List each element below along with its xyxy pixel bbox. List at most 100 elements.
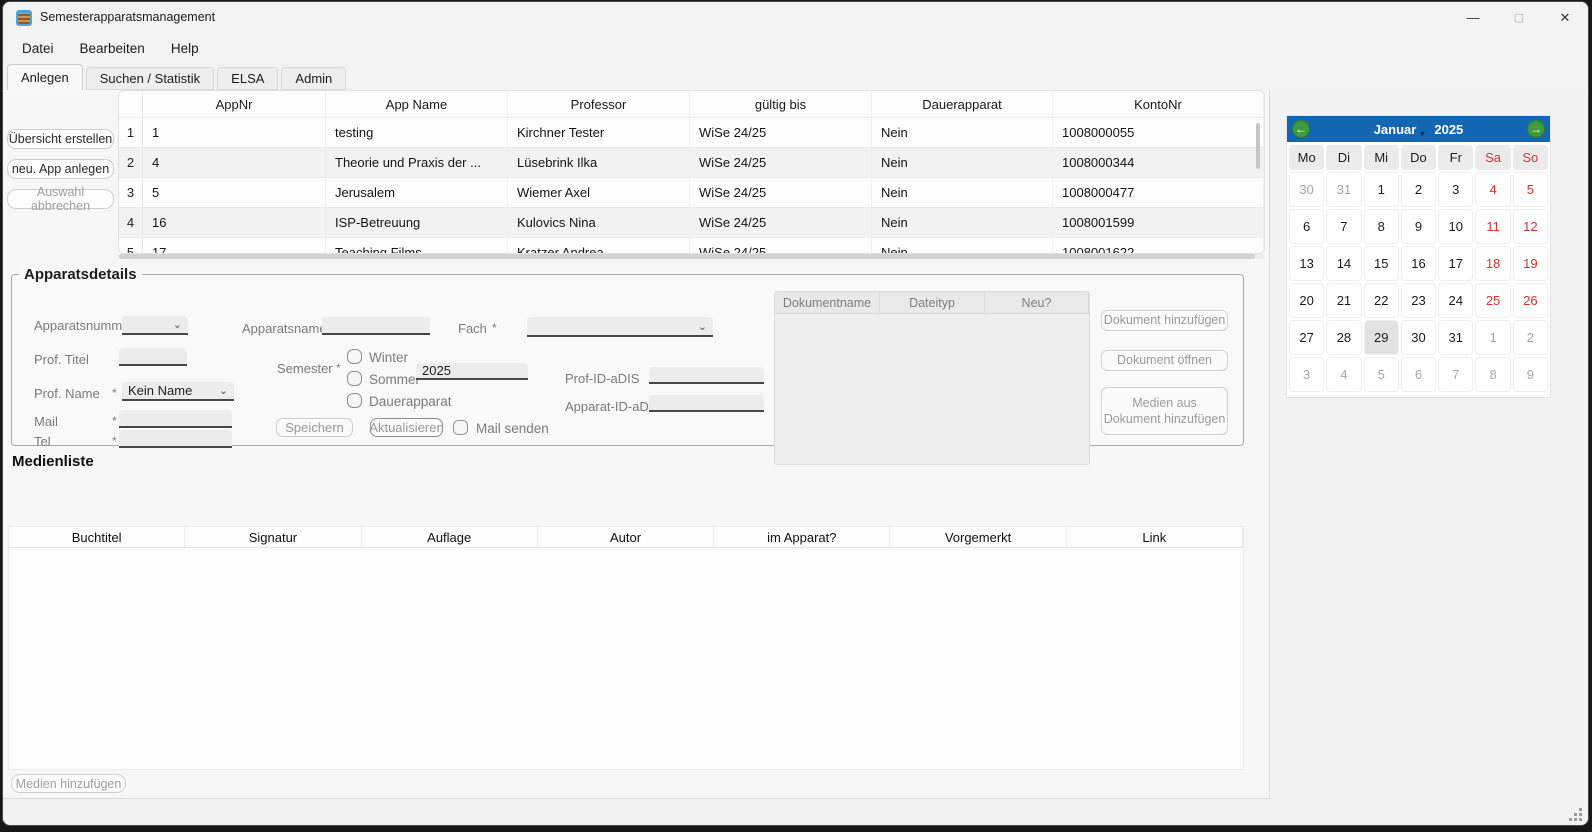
calendar-day[interactable]: 5 xyxy=(1364,357,1399,392)
column-header[interactable]: gültig bis xyxy=(690,91,872,117)
calendar-day[interactable]: 23 xyxy=(1401,283,1436,318)
calendar-day[interactable]: 30 xyxy=(1401,320,1436,355)
close-icon[interactable]: ✕ xyxy=(1542,2,1588,33)
menu-datei[interactable]: Datei xyxy=(12,37,64,60)
neue-app-anlegen-button[interactable]: neu. App anlegen xyxy=(7,159,114,179)
dokument-hinzufuegen-button[interactable]: Dokument hinzufügen xyxy=(1101,310,1228,331)
calendar-day[interactable]: 27 xyxy=(1289,320,1324,355)
tab-anlegen[interactable]: Anlegen xyxy=(7,64,83,90)
aktualisieren-button[interactable]: Aktualisieren xyxy=(370,418,443,437)
column-header[interactable]: Buchtitel xyxy=(9,527,185,547)
calendar-day[interactable]: 25 xyxy=(1475,283,1510,318)
horizontal-scrollbar[interactable] xyxy=(118,254,1265,259)
calendar-day[interactable]: 16 xyxy=(1401,246,1436,281)
tel-field[interactable] xyxy=(119,430,232,448)
prof-name-select[interactable]: Kein Name⌄ xyxy=(122,382,234,401)
calendar-day[interactable]: 26 xyxy=(1513,283,1548,318)
calendar-day[interactable]: 7 xyxy=(1326,209,1361,244)
calendar-day[interactable]: 10 xyxy=(1438,209,1473,244)
resize-grip[interactable] xyxy=(1570,808,1582,820)
calendar-day[interactable]: 22 xyxy=(1364,283,1399,318)
calendar-day[interactable]: 8 xyxy=(1475,357,1510,392)
calendar-day[interactable]: 17 xyxy=(1438,246,1473,281)
speichern-button[interactable]: Speichern xyxy=(276,418,353,437)
calendar-day[interactable]: 6 xyxy=(1289,209,1324,244)
calendar-day[interactable]: 31 xyxy=(1438,320,1473,355)
calendar-day[interactable]: 7 xyxy=(1438,357,1473,392)
calendar-day[interactable]: 30 xyxy=(1289,172,1324,207)
calendar-title[interactable]: Januar ▾ 2025 xyxy=(1374,122,1464,137)
calendar-day[interactable]: 9 xyxy=(1513,357,1548,392)
column-header[interactable]: Professor xyxy=(508,91,690,117)
column-header[interactable]: Dauerapparat xyxy=(872,91,1053,117)
column-header[interactable]: Auflage xyxy=(362,527,538,547)
calendar-day[interactable]: 3 xyxy=(1438,172,1473,207)
calendar-day[interactable]: 19 xyxy=(1513,246,1548,281)
dauerapparat-radio[interactable] xyxy=(347,393,362,408)
calendar-day[interactable]: 4 xyxy=(1326,357,1361,392)
apparatsnummer-select[interactable]: ⌄ xyxy=(122,316,188,335)
menu-help[interactable]: Help xyxy=(161,37,209,60)
column-header[interactable]: Dateityp xyxy=(880,292,985,313)
column-header[interactable]: KontoNr xyxy=(1053,91,1264,117)
horizontal-scrollbar-thumb[interactable] xyxy=(119,254,1255,259)
column-header[interactable]: Signatur xyxy=(185,527,361,547)
fach-select[interactable]: ⌄ xyxy=(527,317,713,337)
menu-bearbeiten[interactable]: Bearbeiten xyxy=(70,37,155,60)
calendar-day[interactable]: 28 xyxy=(1326,320,1361,355)
table-row[interactable]: 24Theorie und Praxis der ...Lüsebrink Il… xyxy=(119,147,1264,177)
tab-admin[interactable]: Admin xyxy=(281,67,346,90)
table-row[interactable]: 35JerusalemWiemer AxelWiSe 24/25Nein1008… xyxy=(119,177,1264,207)
semester-year-field[interactable]: 2025 xyxy=(416,363,528,380)
prof-titel-field[interactable] xyxy=(119,348,187,366)
medien-hinzufuegen-button[interactable]: Medien hinzufügen xyxy=(11,774,126,793)
apparat-id-adis-field[interactable] xyxy=(649,395,764,412)
mail-senden-checkbox[interactable] xyxy=(453,420,468,435)
dokument-oeffnen-button[interactable]: Dokument öffnen xyxy=(1101,350,1228,371)
column-header[interactable]: Autor xyxy=(538,527,714,547)
calendar-day[interactable]: 24 xyxy=(1438,283,1473,318)
calendar-day[interactable]: 21 xyxy=(1326,283,1361,318)
calendar-day[interactable]: 1 xyxy=(1475,320,1510,355)
calendar-day[interactable]: 3 xyxy=(1289,357,1324,392)
minimize-icon[interactable]: — xyxy=(1450,2,1496,33)
calendar-day[interactable]: 8 xyxy=(1364,209,1399,244)
calendar-day[interactable]: 20 xyxy=(1289,283,1324,318)
prof-id-adis-field[interactable] xyxy=(649,367,764,384)
prev-month-icon[interactable]: ← xyxy=(1292,120,1310,138)
calendar-day[interactable]: 2 xyxy=(1513,320,1548,355)
table-row[interactable]: 517Teaching FilmsKratzer AndreaWiSe 24/2… xyxy=(119,237,1264,254)
calendar-month[interactable]: Januar xyxy=(1374,122,1417,137)
next-month-icon[interactable]: → xyxy=(1527,120,1545,138)
calendar-day[interactable]: 14 xyxy=(1326,246,1361,281)
calendar-day[interactable]: 29 xyxy=(1364,320,1399,355)
table-row[interactable]: 11testingKirchner TesterWiSe 24/25Nein10… xyxy=(119,117,1264,147)
calendar-year[interactable]: 2025 xyxy=(1434,122,1463,137)
tab-suchen-statistik[interactable]: Suchen / Statistik xyxy=(86,67,214,90)
column-header[interactable]: App Name xyxy=(326,91,508,117)
calendar-day[interactable]: 12 xyxy=(1513,209,1548,244)
calendar-day[interactable]: 18 xyxy=(1475,246,1510,281)
mail-field[interactable] xyxy=(119,410,232,428)
calendar-day[interactable]: 1 xyxy=(1364,172,1399,207)
calendar-day[interactable]: 2 xyxy=(1401,172,1436,207)
table-row[interactable]: 416ISP-BetreuungKulovics NinaWiSe 24/25N… xyxy=(119,207,1264,237)
tab-elsa[interactable]: ELSA xyxy=(217,67,278,90)
column-header[interactable]: Link xyxy=(1067,527,1243,547)
calendar-day[interactable]: 9 xyxy=(1401,209,1436,244)
winter-radio[interactable] xyxy=(347,349,362,364)
calendar-day[interactable]: 15 xyxy=(1364,246,1399,281)
calendar-day[interactable]: 4 xyxy=(1475,172,1510,207)
column-header[interactable]: AppNr xyxy=(143,91,326,117)
column-header[interactable]: Vorgemerkt xyxy=(890,527,1066,547)
maximize-icon[interactable]: ▢ xyxy=(1496,2,1542,33)
calendar-day[interactable]: 5 xyxy=(1513,172,1548,207)
medien-aus-dokument-button[interactable]: Medien aus Dokument hinzufügen xyxy=(1101,387,1228,435)
uebersicht-erstellen-button[interactable]: Übersicht erstellen xyxy=(7,129,114,149)
calendar-day[interactable]: 13 xyxy=(1289,246,1324,281)
auswahl-abbrechen-button[interactable]: Auswahl abbrechen xyxy=(7,189,114,209)
calendar-day[interactable]: 31 xyxy=(1326,172,1361,207)
column-header[interactable]: Dokumentname xyxy=(775,292,880,313)
sommer-radio[interactable] xyxy=(347,371,362,386)
calendar-day[interactable]: 6 xyxy=(1401,357,1436,392)
